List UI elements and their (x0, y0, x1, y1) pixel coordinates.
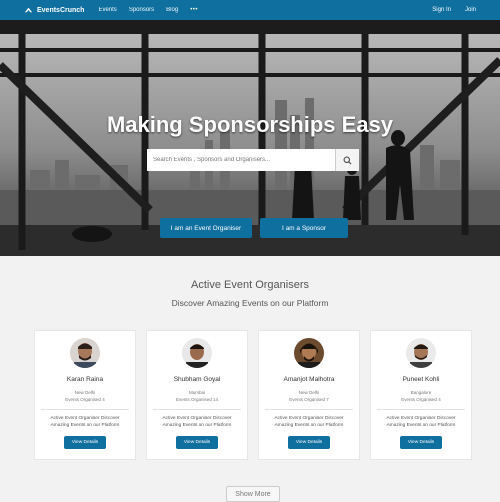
avatar (182, 338, 212, 368)
nav-link-sponsors[interactable]: Sponsors (129, 7, 154, 13)
join-link[interactable]: Join (465, 7, 476, 13)
organiser-city: Bangalore (410, 390, 432, 395)
hero-title: Making Sponsorships Easy (106, 112, 394, 137)
organiser-description: Active Event Organiser Discover Amazing … (162, 416, 232, 428)
search-icon (343, 155, 352, 165)
logo-icon (24, 7, 33, 12)
organiser-card: Amanjot Malhotra New Delhi Events Organi… (258, 330, 360, 460)
organiser-name: Puneet Kohli (402, 376, 440, 383)
avatar (70, 338, 100, 368)
search-bar (147, 149, 359, 171)
organiser-description: Active Event Organiser Discover Amazing … (50, 416, 120, 428)
events-organised-count: Events Organised 4 (401, 397, 441, 402)
organiser-name: Amanjot Malhotra (283, 376, 335, 383)
card-divider (153, 409, 241, 410)
view-details-button[interactable]: View Details (287, 435, 331, 449)
hero-banner: Making Sponsorships Easy I am an Event O… (0, 20, 500, 256)
view-details-button[interactable]: View Details (63, 435, 107, 449)
card-divider (41, 409, 129, 410)
organiser-card: Puneet Kohli Bangalore Events Organised … (370, 330, 472, 460)
organiser-city: New Delhi (74, 390, 96, 395)
nav-link-blog[interactable]: Blog (166, 7, 178, 13)
section-subtitle: Discover Amazing Events on our Platform (171, 298, 329, 308)
organiser-description: Active Event Organiser Discover Amazing … (274, 416, 344, 428)
card-divider (265, 409, 353, 410)
events-organised-count: Events Organised 7 (289, 397, 329, 402)
brand-logo[interactable]: EventsCrunch (24, 6, 84, 15)
organiser-name: Karan Raina (66, 376, 104, 383)
event-organiser-button[interactable]: I am an Event Organiser (160, 218, 252, 238)
avatar (294, 338, 324, 368)
organiser-description: Active Event Organiser Discover Amazing … (386, 416, 456, 428)
sponsor-button[interactable]: I am a Sponsor (260, 218, 348, 238)
avatar (406, 338, 436, 368)
top-navbar: EventsCrunch Events Sponsors Blog ••• Si… (0, 0, 500, 20)
organiser-card: Karan Raina New Delhi Events Organised 4… (34, 330, 136, 460)
search-button[interactable] (335, 149, 359, 171)
organiser-name: Shubham Goyal (173, 376, 221, 383)
organiser-city: New Delhi (298, 390, 320, 395)
search-input[interactable] (147, 149, 335, 171)
section-title: Active Event Organisers (191, 279, 309, 291)
nav-more-menu[interactable]: ••• (190, 7, 198, 13)
organiser-card: Shubham Goyal Mumbai Events Organised 14… (146, 330, 248, 460)
card-divider (377, 409, 465, 410)
organiser-city: Mumbai (188, 390, 205, 395)
sign-in-link[interactable]: Sign In (432, 7, 451, 13)
view-details-button[interactable]: View Details (175, 435, 219, 449)
nav-link-events[interactable]: Events (98, 7, 116, 13)
events-organised-count: Events Organised 4 (65, 397, 105, 402)
view-details-button[interactable]: View Details (399, 435, 443, 449)
brand-name: EventsCrunch (37, 6, 85, 14)
events-organised-count: Events Organised 14 (175, 397, 219, 402)
